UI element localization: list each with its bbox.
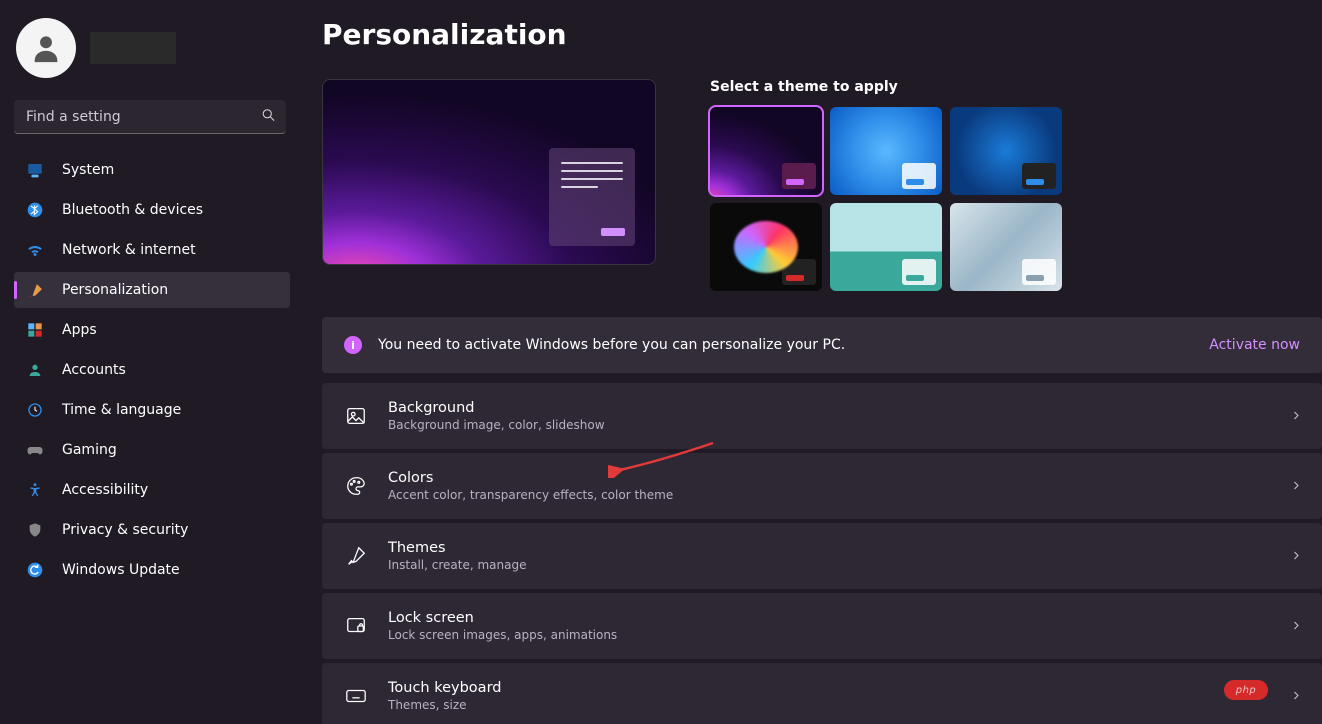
preview-mini-window [549,148,635,246]
nav-label: Time & language [62,402,181,418]
nav-label: System [62,162,114,178]
option-colors[interactable]: Colors Accent color, transparency effects… [322,453,1322,519]
theme-selector-label: Select a theme to apply [710,79,1062,95]
theme-tile[interactable] [830,203,942,291]
option-background[interactable]: Background Background image, color, slide… [322,383,1322,449]
chevron-right-icon [1290,617,1302,636]
nav-label: Gaming [62,442,117,458]
theme-tile[interactable] [950,203,1062,291]
chevron-right-icon [1290,407,1302,426]
update-icon [26,561,44,579]
search-icon[interactable] [261,108,276,127]
personalization-options: Background Background image, color, slide… [322,383,1322,724]
activate-now-link[interactable]: Activate now [1209,337,1300,353]
option-title: Touch keyboard [388,680,501,696]
php-badge: php [1224,680,1268,700]
sidebar-item-windows-update[interactable]: Windows Update [14,552,290,588]
theme-tile[interactable] [710,107,822,195]
accounts-icon [26,361,44,379]
system-icon [26,161,44,179]
info-icon: i [344,336,362,354]
sidebar-item-accessibility[interactable]: Accessibility [14,472,290,508]
chevron-right-icon [1290,687,1302,706]
palette-icon [344,474,368,498]
apps-icon [26,321,44,339]
profile-block[interactable] [14,14,290,100]
nav-label: Personalization [62,282,168,298]
picture-icon [344,404,368,428]
option-title: Background [388,400,605,416]
option-desc: Themes, size [388,698,501,712]
theme-selector: Select a theme to apply [710,79,1062,291]
option-title: Themes [388,540,526,556]
option-title: Colors [388,470,673,486]
option-desc: Install, create, manage [388,558,526,572]
brush-icon [344,544,368,568]
sidebar-item-network[interactable]: Network & internet [14,232,290,268]
page-title: Personalization [322,18,1322,51]
option-touch-keyboard[interactable]: Touch keyboard Themes, size [322,663,1322,724]
theme-preview-row: Select a theme to apply [322,79,1322,291]
user-name-redacted [90,32,176,64]
nav-label: Accounts [62,362,126,378]
chevron-right-icon [1290,477,1302,496]
lock-screen-icon [344,614,368,638]
search-input[interactable] [14,100,286,134]
sidebar-item-gaming[interactable]: Gaming [14,432,290,468]
wifi-icon [26,241,44,259]
clock-icon [26,401,44,419]
sidebar-item-accounts[interactable]: Accounts [14,352,290,388]
nav-label: Accessibility [62,482,148,498]
gaming-icon [26,441,44,459]
activation-banner: i You need to activate Windows before yo… [322,317,1322,373]
bluetooth-icon [26,201,44,219]
sidebar-item-system[interactable]: System [14,152,290,188]
sidebar-item-time-language[interactable]: Time & language [14,392,290,428]
sidebar: System Bluetooth & devices Network & int… [0,0,300,724]
keyboard-icon [344,684,368,708]
option-themes[interactable]: Themes Install, create, manage [322,523,1322,589]
sidebar-item-personalization[interactable]: Personalization [14,272,290,308]
nav-label: Windows Update [62,562,180,578]
current-theme-preview [322,79,656,265]
sidebar-item-bluetooth[interactable]: Bluetooth & devices [14,192,290,228]
option-desc: Background image, color, slideshow [388,418,605,432]
nav-label: Bluetooth & devices [62,202,203,218]
chevron-right-icon [1290,547,1302,566]
main-content: Personalization Select a theme to apply … [300,0,1322,724]
activation-message: You need to activate Windows before you … [378,337,845,353]
option-desc: Lock screen images, apps, animations [388,628,617,642]
shield-icon [26,521,44,539]
option-lock-screen[interactable]: Lock screen Lock screen images, apps, ani… [322,593,1322,659]
nav-label: Network & internet [62,242,196,258]
theme-tile[interactable] [710,203,822,291]
theme-tile[interactable] [830,107,942,195]
sidebar-item-apps[interactable]: Apps [14,312,290,348]
avatar [16,18,76,78]
option-title: Lock screen [388,610,617,626]
option-desc: Accent color, transparency effects, colo… [388,488,673,502]
nav-label: Apps [62,322,97,338]
sidebar-item-privacy[interactable]: Privacy & security [14,512,290,548]
nav-list: System Bluetooth & devices Network & int… [14,152,290,588]
theme-tile[interactable] [950,107,1062,195]
nav-label: Privacy & security [62,522,188,538]
accessibility-icon [26,481,44,499]
paintbrush-icon [26,281,44,299]
theme-grid [710,107,1062,291]
search-field[interactable] [14,100,286,134]
